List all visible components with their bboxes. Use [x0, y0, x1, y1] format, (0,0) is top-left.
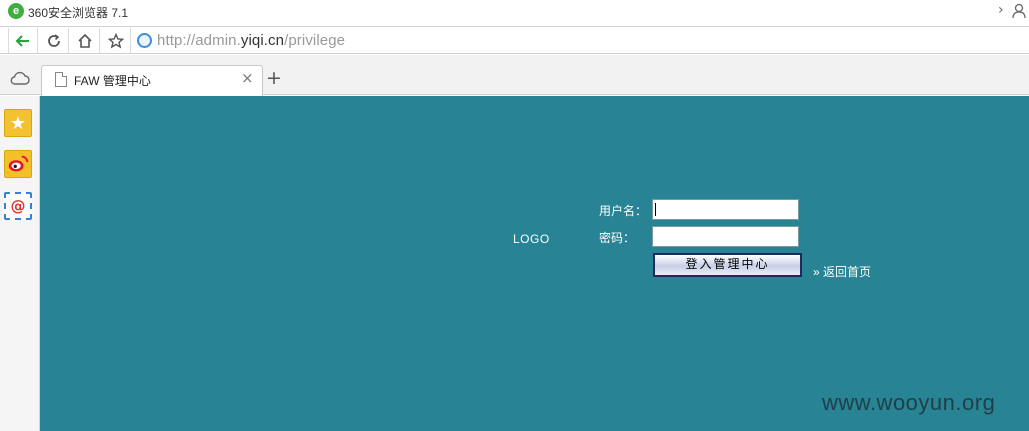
tab-title: FAW 管理中心	[74, 74, 151, 88]
title-bar: e 360安全浏览器 7.1 ›	[0, 0, 1029, 22]
cloud-icon[interactable]	[10, 71, 30, 85]
reload-button[interactable]	[39, 28, 69, 53]
tab-faw-admin[interactable]: FAW 管理中心 ×	[41, 65, 263, 96]
home-button[interactable]	[70, 28, 100, 53]
back-button[interactable]	[8, 28, 38, 53]
page-icon	[55, 72, 67, 87]
close-icon[interactable]: ×	[241, 69, 254, 87]
user-icon[interactable]	[1012, 3, 1026, 18]
site-logo: LOGO	[513, 232, 550, 246]
back-home-link[interactable]: » 返回首页	[813, 263, 871, 280]
weibo-icon[interactable]	[4, 150, 32, 178]
favorite-button[interactable]	[101, 28, 131, 53]
url-path: /privilege	[284, 32, 346, 49]
reload-icon	[47, 33, 60, 47]
url-host: yiqi.cn	[240, 32, 285, 49]
password-input[interactable]	[652, 226, 799, 247]
page-content: LOGO 用户名： 密码： 登入管理中心 » 返回首页 www.wooyun.o…	[40, 96, 1029, 431]
watermark: www.wooyun.org	[822, 390, 996, 415]
chevron-right-icon[interactable]: ›	[998, 2, 1004, 18]
text-caret	[655, 203, 656, 216]
home-icon	[77, 33, 92, 48]
app-title: 360安全浏览器 7.1	[28, 6, 129, 20]
star-outline-icon	[107, 32, 124, 48]
arrow-left-icon	[15, 34, 29, 47]
star-icon[interactable]: ★	[4, 109, 32, 137]
url-prefix: http://admin.	[157, 32, 241, 49]
sidebar: ★ @	[0, 96, 40, 431]
username-input[interactable]	[652, 199, 799, 220]
new-tab-button[interactable]: +	[266, 68, 282, 88]
password-label: 密码：	[599, 231, 636, 245]
browser-logo-icon: e	[8, 3, 24, 19]
address-bar[interactable]: http://admin.yiqi.cn/privilege	[157, 32, 345, 49]
site-globe-icon	[137, 33, 152, 48]
navigation-bar: http://admin.yiqi.cn/privilege	[0, 26, 1029, 54]
tab-bar: FAW 管理中心 × +	[0, 55, 1029, 96]
username-label: 用户名：	[599, 204, 648, 218]
login-button[interactable]: 登入管理中心	[653, 253, 802, 277]
mail-icon[interactable]: @	[4, 192, 32, 220]
